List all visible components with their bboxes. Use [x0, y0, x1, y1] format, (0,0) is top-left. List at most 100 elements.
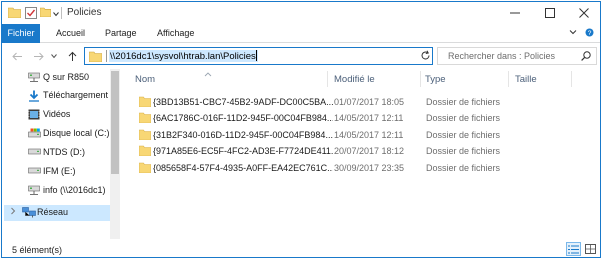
refresh-icon[interactable] [420, 50, 431, 63]
sidebar-item-videos[interactable]: Vidéos [2, 107, 110, 123]
sidebar-item-label: IFM (E:) [43, 166, 76, 176]
table-row[interactable]: {31B2F340-016D-11D2-945F-00C04FB984... 1… [136, 127, 596, 143]
file-modified: 30/09/2017 23:35 [334, 163, 405, 173]
drive-icon [28, 147, 41, 158]
file-modified: 14/05/2017 12:11 [334, 130, 404, 140]
navigation-pane: Q sur R850 Téléchargement Vidéos Disque … [2, 69, 121, 239]
folder-icon [7, 7, 22, 20]
file-type: Dossier de fichiers [426, 146, 501, 156]
sidebar-item-info[interactable]: info (\\2016dc1) [2, 183, 110, 199]
sidebar-item-label: Vidéos [43, 109, 71, 119]
folder-icon [138, 162, 152, 175]
sidebar-item-disque-local[interactable]: Disque local (C:) [2, 126, 110, 142]
address-path[interactable]: \\2016dc1\sysvol\htrab.lan\Policies [109, 50, 258, 62]
ribbon-controls: ? [569, 28, 594, 39]
search-box[interactable]: Rechercher dans : Policies [437, 47, 597, 65]
search-placeholder: Rechercher dans : Policies [448, 51, 556, 61]
column-header-name[interactable]: Nom [135, 74, 155, 85]
sidebar-scrollbar-thumb[interactable] [111, 71, 119, 174]
title-separator [61, 7, 62, 19]
file-modified: 01/07/2017 18:05 [334, 97, 405, 107]
file-name: {085658F4-57F4-4935-A0FF-EA42EC761C... [153, 163, 333, 173]
download-icon [28, 90, 40, 104]
sidebar-scrollbar[interactable] [110, 69, 120, 239]
sidebar-item-label: Réseau [37, 207, 69, 217]
sidebar-item-label: info (\\2016dc1) [43, 185, 106, 195]
status-bar: 5 élément(s) [2, 239, 600, 257]
sidebar-item-telechargements[interactable]: Téléchargement [2, 88, 110, 104]
table-row[interactable]: {3BD13B51-CBC7-45B2-9ADF-DC00C5BA... 01/… [136, 94, 596, 110]
close-button[interactable] [567, 2, 600, 24]
column-divider[interactable] [508, 71, 509, 87]
address-bar[interactable]: \\2016dc1\sysvol\htrab.lan\Policies [84, 47, 486, 65]
title-bar: Policies [2, 2, 600, 24]
sidebar-item-ifm[interactable]: IFM (E:) [2, 164, 110, 180]
column-header-size[interactable]: Taille [515, 74, 537, 85]
properties-check-icon[interactable] [25, 7, 37, 21]
table-row[interactable]: {971A85E6-EC5F-4FC2-AD3E-F7724DE411... 2… [136, 143, 596, 159]
new-folder-quick-icon[interactable] [39, 7, 52, 19]
help-icon[interactable]: ? [585, 28, 594, 39]
network-icon [22, 207, 36, 220]
folder-icon [138, 96, 152, 109]
file-name: {6AC1786C-016F-11D2-945F-00C04FB984... [153, 113, 333, 123]
sort-ascending-icon [204, 69, 212, 79]
file-type: Dossier de fichiers [426, 97, 501, 107]
sidebar-item-reseau[interactable]: Réseau [4, 205, 110, 221]
address-toolbar: \\2016dc1\sysvol\htrab.lan\Policies Rech… [2, 43, 600, 69]
text-cursor [255, 50, 257, 61]
file-list: Nom Modifié le Type Taille {3BD13B51-CBC… [122, 69, 600, 239]
minimize-button[interactable] [498, 2, 532, 24]
quick-access-dropdown-icon[interactable] [53, 9, 59, 19]
file-modified: 20/07/2017 18:12 [334, 146, 405, 156]
column-divider[interactable] [420, 71, 421, 87]
sidebar-item-label: NTDS (D:) [43, 147, 85, 157]
search-icon[interactable] [581, 51, 591, 63]
video-icon [28, 109, 40, 122]
file-name: {971A85E6-EC5F-4FC2-AD3E-F7724DE411... [153, 146, 333, 156]
tab-accueil[interactable]: Accueil [56, 24, 85, 43]
sidebar-item-ntds[interactable]: NTDS (D:) [2, 145, 110, 161]
network-drive-icon [28, 72, 40, 85]
file-name: {3BD13B51-CBC7-45B2-9ADF-DC00C5BA... [153, 97, 333, 107]
table-row[interactable]: {085658F4-57F4-4935-A0FF-EA42EC761C... 3… [136, 160, 596, 176]
recent-locations-button[interactable] [50, 49, 58, 63]
tab-partage[interactable]: Partage [105, 24, 137, 43]
sidebar-item-label: Téléchargement [43, 90, 109, 100]
folder-icon [88, 51, 103, 64]
sidebar-item-label: Disque local (C:) [43, 128, 110, 138]
file-type: Dossier de fichiers [426, 130, 501, 140]
table-row[interactable]: {6AC1786C-016F-11D2-945F-00C04FB984... 1… [136, 110, 596, 126]
column-divider[interactable] [327, 71, 328, 87]
file-type: Dossier de fichiers [426, 163, 501, 173]
up-button[interactable] [65, 49, 79, 63]
column-header-modified[interactable]: Modifié le [334, 74, 375, 85]
item-count: 5 élément(s) [12, 245, 63, 255]
ribbon-tabs: Fichier Accueil Partage Affichage ? [2, 24, 600, 43]
file-type: Dossier de fichiers [426, 113, 501, 123]
folder-icon [138, 112, 152, 125]
explorer-window: Policies Fichier Accueil Partage Afficha… [1, 1, 601, 258]
drive-icon [28, 166, 41, 177]
column-header-type[interactable]: Type [425, 74, 446, 85]
column-header-row: Nom Modifié le Type Taille [122, 69, 600, 89]
column-divider[interactable] [571, 71, 572, 87]
folder-icon [138, 145, 152, 158]
back-button[interactable] [10, 49, 24, 63]
expand-chevron-icon[interactable] [10, 207, 16, 217]
tab-fichier[interactable]: Fichier [2, 24, 40, 43]
address-separator [106, 50, 107, 62]
large-icons-view-button[interactable] [583, 242, 598, 256]
folder-icon [138, 129, 152, 142]
window-title: Policies [67, 7, 102, 18]
svg-text:?: ? [588, 30, 592, 37]
forward-button[interactable] [31, 49, 45, 63]
sidebar-item-q-sur-r850[interactable]: Q sur R850 [2, 70, 110, 86]
expand-ribbon-icon[interactable] [569, 28, 577, 39]
file-name: {31B2F340-016D-11D2-945F-00C04FB984... [153, 130, 333, 140]
maximize-button[interactable] [533, 2, 567, 24]
local-disk-icon [28, 128, 41, 141]
network-drive-icon [28, 185, 40, 198]
details-view-button[interactable] [566, 242, 581, 256]
tab-affichage[interactable]: Affichage [157, 24, 194, 43]
